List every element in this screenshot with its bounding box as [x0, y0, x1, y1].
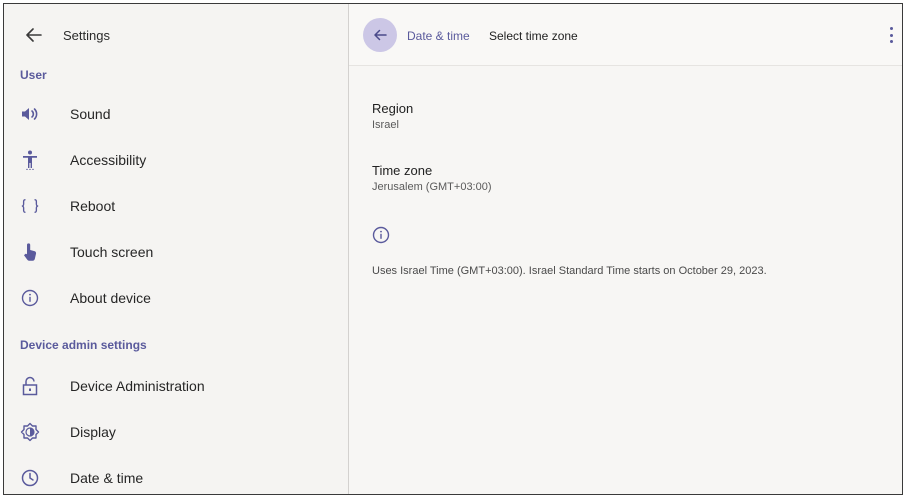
time-zone-preference[interactable]: Time zone Jerusalem (GMT+03:00) — [372, 163, 872, 195]
nav-item-touch-screen[interactable]: Touch screen — [4, 231, 348, 273]
nav-item-label: Device Administration — [70, 378, 205, 394]
nav-item-date-time[interactable]: Date & time — [4, 457, 348, 494]
clock-icon — [20, 468, 40, 488]
breadcrumb-date-time[interactable]: Date & time — [407, 29, 470, 43]
accessibility-icon — [20, 150, 40, 170]
back-button[interactable] — [363, 18, 397, 52]
nav-item-sound[interactable]: Sound — [4, 93, 348, 135]
time-zone-pane: Date & time Select time zone Region Isra… — [349, 4, 902, 494]
nav-item-device-administration[interactable]: Device Administration — [4, 365, 348, 407]
nav-item-about-device[interactable]: About device — [4, 277, 348, 319]
brightness-icon — [20, 422, 40, 442]
info-icon — [372, 226, 390, 244]
settings-back-button[interactable] — [24, 26, 44, 44]
time-zone-title: Time zone — [372, 163, 433, 178]
nav-item-label: Sound — [70, 106, 111, 122]
section-label-device-admin: Device admin settings — [20, 338, 147, 352]
nav-item-label: Touch screen — [70, 244, 154, 260]
nav-item-reboot[interactable]: Reboot — [4, 185, 348, 227]
section-label-user: User — [20, 68, 47, 82]
info-icon — [20, 288, 40, 308]
nav-item-accessibility[interactable]: Accessibility — [4, 139, 348, 181]
braces-icon — [20, 196, 40, 216]
touch-icon — [20, 242, 40, 262]
region-preference[interactable]: Region Israel — [372, 101, 872, 133]
time-zone-info-text: Uses Israel Time (GMT+03:00). Israel Sta… — [372, 265, 767, 277]
settings-nav-pane: Settings User Sound Accessibility Reboot… — [4, 4, 348, 494]
nav-item-label: Accessibility — [70, 152, 147, 168]
settings-title: Settings — [63, 28, 110, 43]
time-zone-value: Jerusalem (GMT+03:00) — [372, 181, 492, 193]
page-title: Select time zone — [489, 29, 578, 43]
nav-item-label: Display — [70, 424, 116, 440]
arrow-left-icon — [26, 28, 42, 42]
more-options-icon[interactable] — [886, 24, 896, 46]
region-title: Region — [372, 101, 414, 116]
volume-icon — [20, 104, 40, 124]
arrow-left-icon — [374, 29, 387, 41]
nav-item-label: Date & time — [70, 470, 144, 486]
settings-window: Settings User Sound Accessibility Reboot… — [3, 3, 903, 495]
nav-item-display[interactable]: Display — [4, 411, 348, 453]
unlock-icon — [20, 376, 40, 396]
region-value: Israel — [372, 119, 399, 131]
nav-item-label: Reboot — [70, 198, 116, 214]
nav-item-label: About device — [70, 290, 151, 306]
top-app-bar: Date & time Select time zone — [349, 4, 902, 66]
